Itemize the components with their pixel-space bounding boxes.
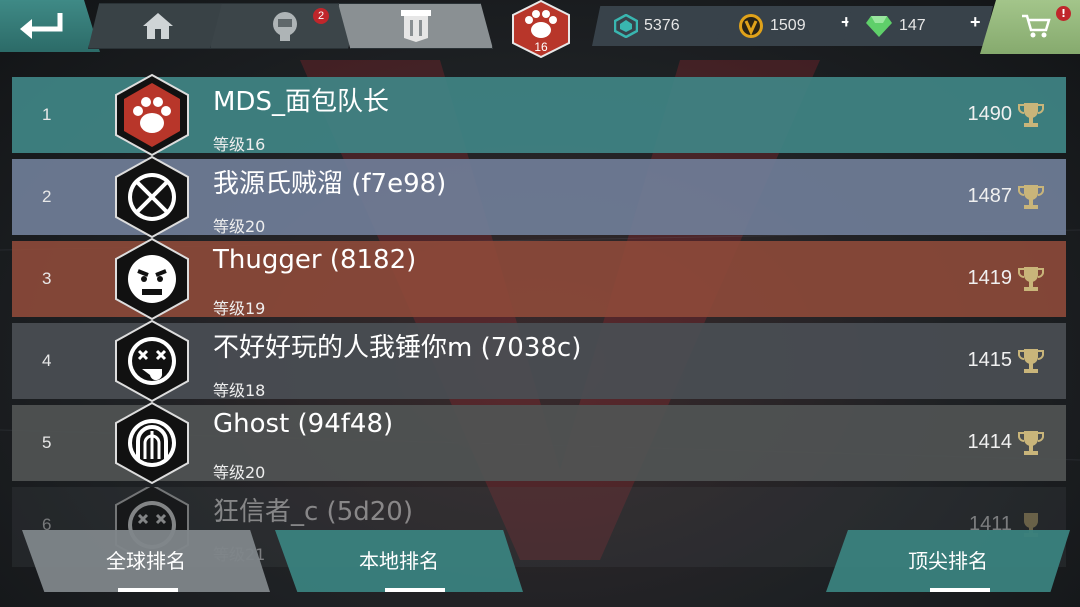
leaderboard-row[interactable]: 1 MDS_面包队长 等级16 1490 <box>12 73 1066 157</box>
rank-number: 4 <box>42 351 52 370</box>
player-name: Thugger (8182) <box>213 245 417 275</box>
trophy-score: 1414 <box>967 431 1013 453</box>
add-gem-button[interactable]: + <box>970 12 981 33</box>
trophy-icon <box>1018 185 1044 209</box>
rank-number: 1 <box>42 105 52 124</box>
angry-face-emblem-icon <box>115 237 189 321</box>
player-level: 等级18 <box>213 381 266 400</box>
player-name: 我源氏贼溜 (f7e98) <box>213 169 447 199</box>
gem-amount: 147 <box>899 17 926 34</box>
player-level: 等级16 <box>213 135 266 154</box>
tab-global-label: 全球排名 <box>106 548 186 573</box>
trophy-score: 1415 <box>967 349 1013 371</box>
gold-coin-icon <box>739 14 763 38</box>
clan-tab[interactable] <box>210 3 360 49</box>
tab-top-label: 顶尖排名 <box>908 548 988 573</box>
tab-global-ranking[interactable]: 全球排名 <box>22 530 270 592</box>
notification-badge: 2 <box>313 8 329 24</box>
trophy-icon <box>1018 267 1044 291</box>
player-level: 等级20 <box>213 463 266 482</box>
tab-top-indicator <box>930 588 990 592</box>
tab-local-indicator <box>385 588 445 592</box>
leaderboard-list: 1 MDS_面包队长 等级16 1490 2 我源氏贼溜 (f7e98) 等级2… <box>12 73 1066 573</box>
tab-global-indicator <box>118 588 178 592</box>
leaderboard-row[interactable]: 3 Thugger (8182) 等级19 1419 <box>12 237 1066 321</box>
gold-amount: 1509 <box>770 17 806 34</box>
leaderboard-tab[interactable] <box>338 3 493 49</box>
player-name: 狂信者_c (5d20) <box>213 497 413 527</box>
leaderboard-row[interactable]: 2 我源氏贼溜 (f7e98) 等级20 1487 <box>12 155 1066 239</box>
crystal-amount: 5376 <box>644 17 680 34</box>
leaderboard-row[interactable]: 5 Ghost (94f48) 等级20 1414 <box>12 401 1066 485</box>
player-level: 等级20 <box>213 217 266 236</box>
trophy-icon <box>1018 349 1044 373</box>
player-level-badge: 16 <box>534 40 548 54</box>
crossed-swords-emblem-icon <box>115 155 189 239</box>
home-icon <box>143 13 173 39</box>
back-button[interactable] <box>0 0 100 52</box>
tab-top-ranking[interactable]: 顶尖排名 <box>826 530 1070 592</box>
tab-local-ranking[interactable]: 本地排名 <box>275 530 523 592</box>
trophy-icon <box>1018 103 1044 127</box>
home-tab[interactable] <box>88 3 228 49</box>
arch-emblem-icon <box>115 401 189 485</box>
gold-currency[interactable]: 1509 <box>716 6 856 46</box>
back-arrow-icon <box>20 13 63 39</box>
tab-local-label: 本地排名 <box>359 548 439 573</box>
crystal-currency[interactable]: 5376 <box>592 6 730 46</box>
rank-number: 5 <box>42 433 52 452</box>
trophy-score: 1419 <box>967 267 1013 289</box>
paw-emblem-icon <box>115 73 189 157</box>
trophy-score: 1487 <box>967 185 1013 207</box>
gem-icon <box>866 16 892 37</box>
shopping-cart-icon <box>1022 14 1051 38</box>
rank-number: 3 <box>42 269 52 288</box>
leaderboard-row[interactable]: 4 不好好玩的人我锤你m (7038c) 等级18 1415 <box>12 319 1066 403</box>
trophy-score: 1490 <box>967 103 1013 125</box>
top-bar: 2 16 5376 1509 + 147 + ! <box>0 0 1080 60</box>
rank-number: 2 <box>42 187 52 206</box>
helmet-icon <box>273 12 297 41</box>
player-level: 等级19 <box>213 299 266 318</box>
player-name: 不好好玩的人我锤你m (7038c) <box>213 333 582 363</box>
player-name: Ghost (94f48) <box>213 409 394 439</box>
trophy-icon <box>1018 431 1044 455</box>
player-name: MDS_面包队长 <box>213 87 389 117</box>
banner-icon <box>400 10 431 42</box>
dizzy-face-emblem-icon <box>115 319 189 403</box>
shop-alert-badge: ! <box>1056 6 1071 21</box>
crystal-icon <box>614 14 638 38</box>
